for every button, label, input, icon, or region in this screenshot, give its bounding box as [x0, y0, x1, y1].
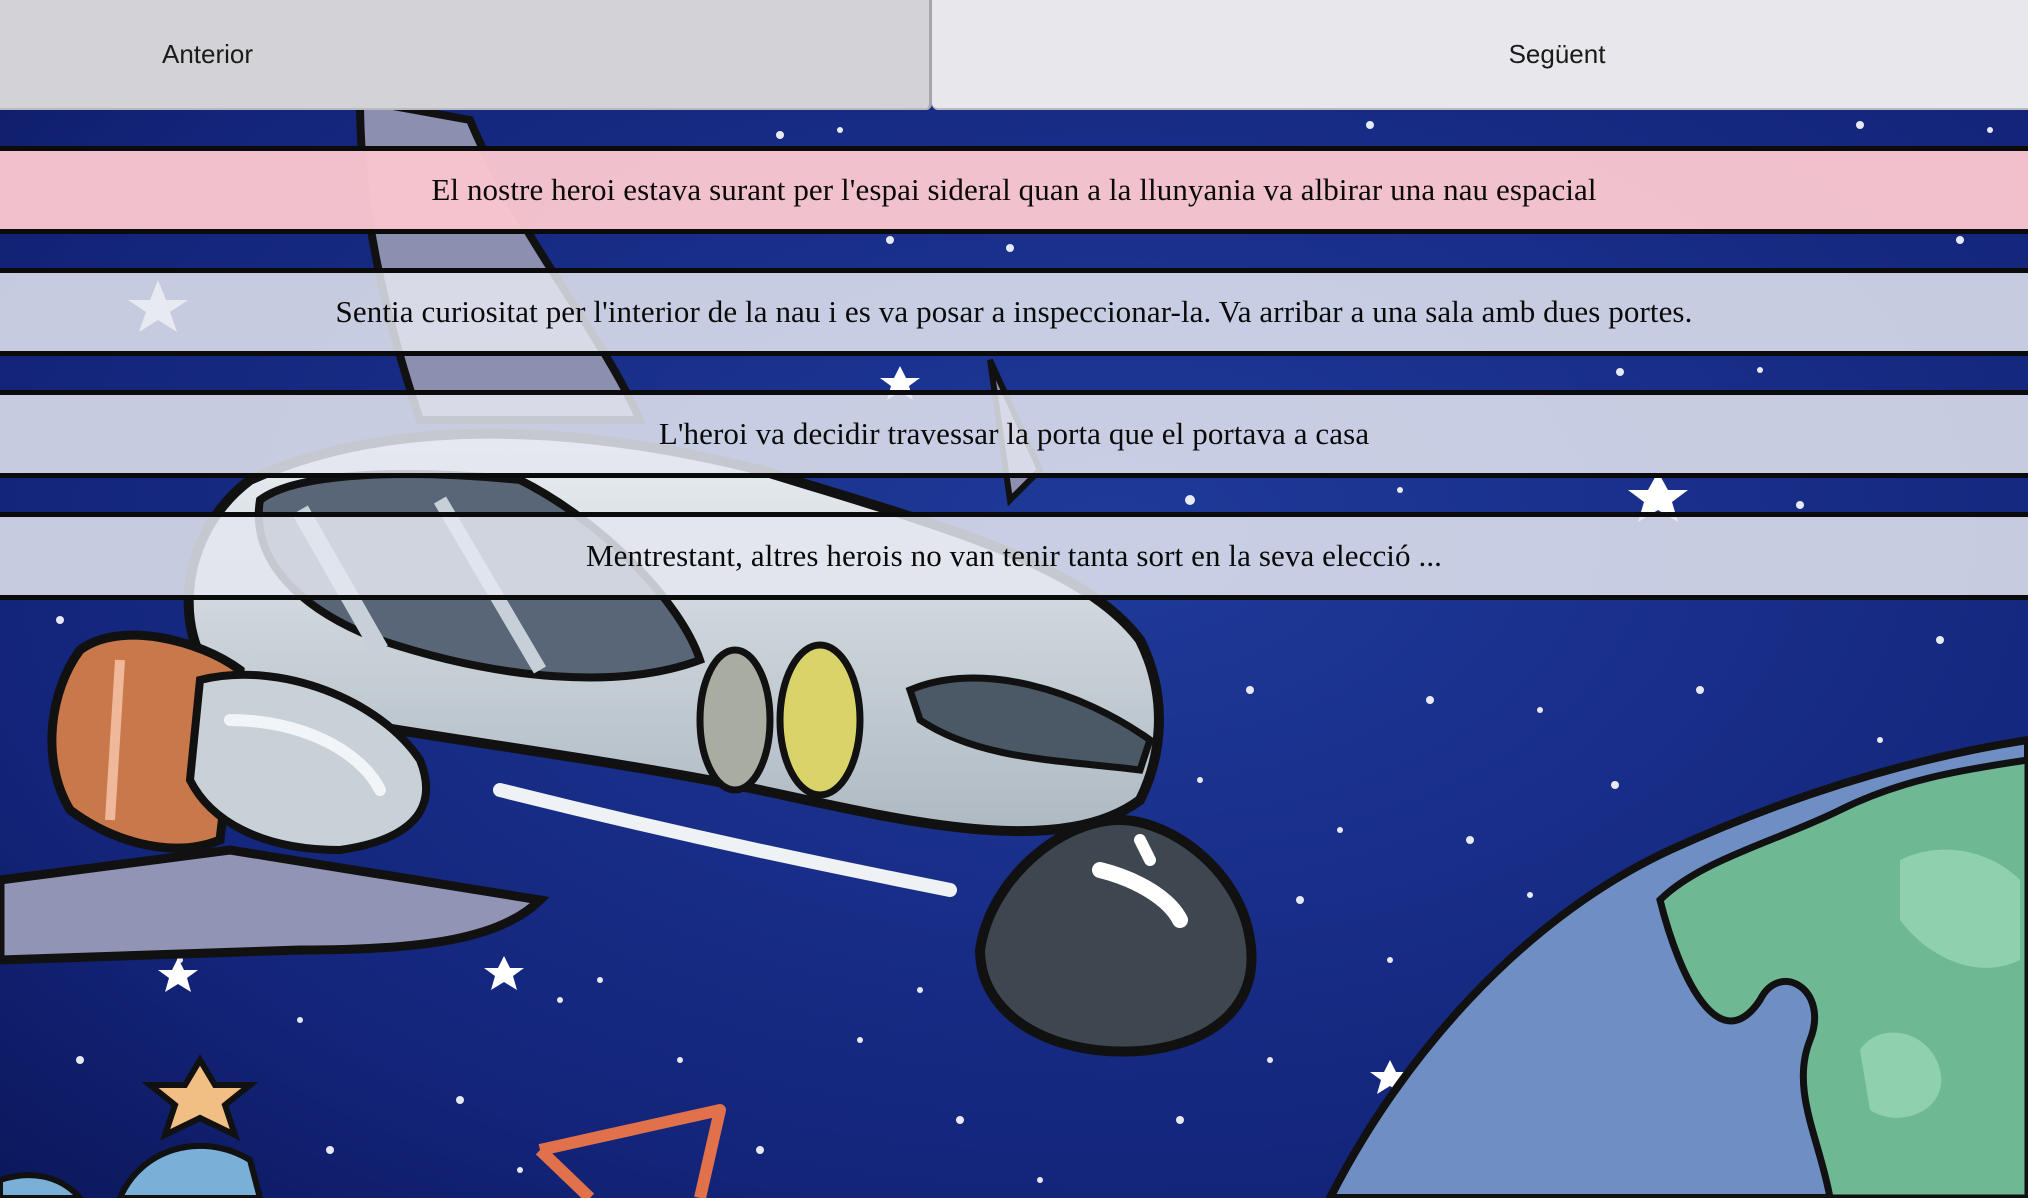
story-option-2[interactable]: Sentia curiositat per l'interior de la n… [0, 268, 2028, 356]
story-option-text: L'heroi va decidir travessar la porta qu… [658, 416, 1370, 451]
story-option-3[interactable]: L'heroi va decidir travessar la porta qu… [0, 390, 2028, 478]
story-option-text: Mentrestant, altres herois no van tenir … [585, 538, 1443, 573]
story-option-4[interactable]: Mentrestant, altres herois no van tenir … [0, 512, 2028, 600]
story-option-text: El nostre heroi estava surant per l'espa… [431, 172, 1597, 207]
story-option-1[interactable]: El nostre heroi estava surant per l'espa… [0, 146, 2028, 234]
next-button[interactable]: Següent [932, 0, 2028, 110]
story-option-text: Sentia curiositat per l'interior de la n… [335, 294, 1693, 329]
previous-button[interactable]: Anterior [0, 0, 932, 110]
story-navigation: Anterior Següent [0, 0, 2028, 112]
